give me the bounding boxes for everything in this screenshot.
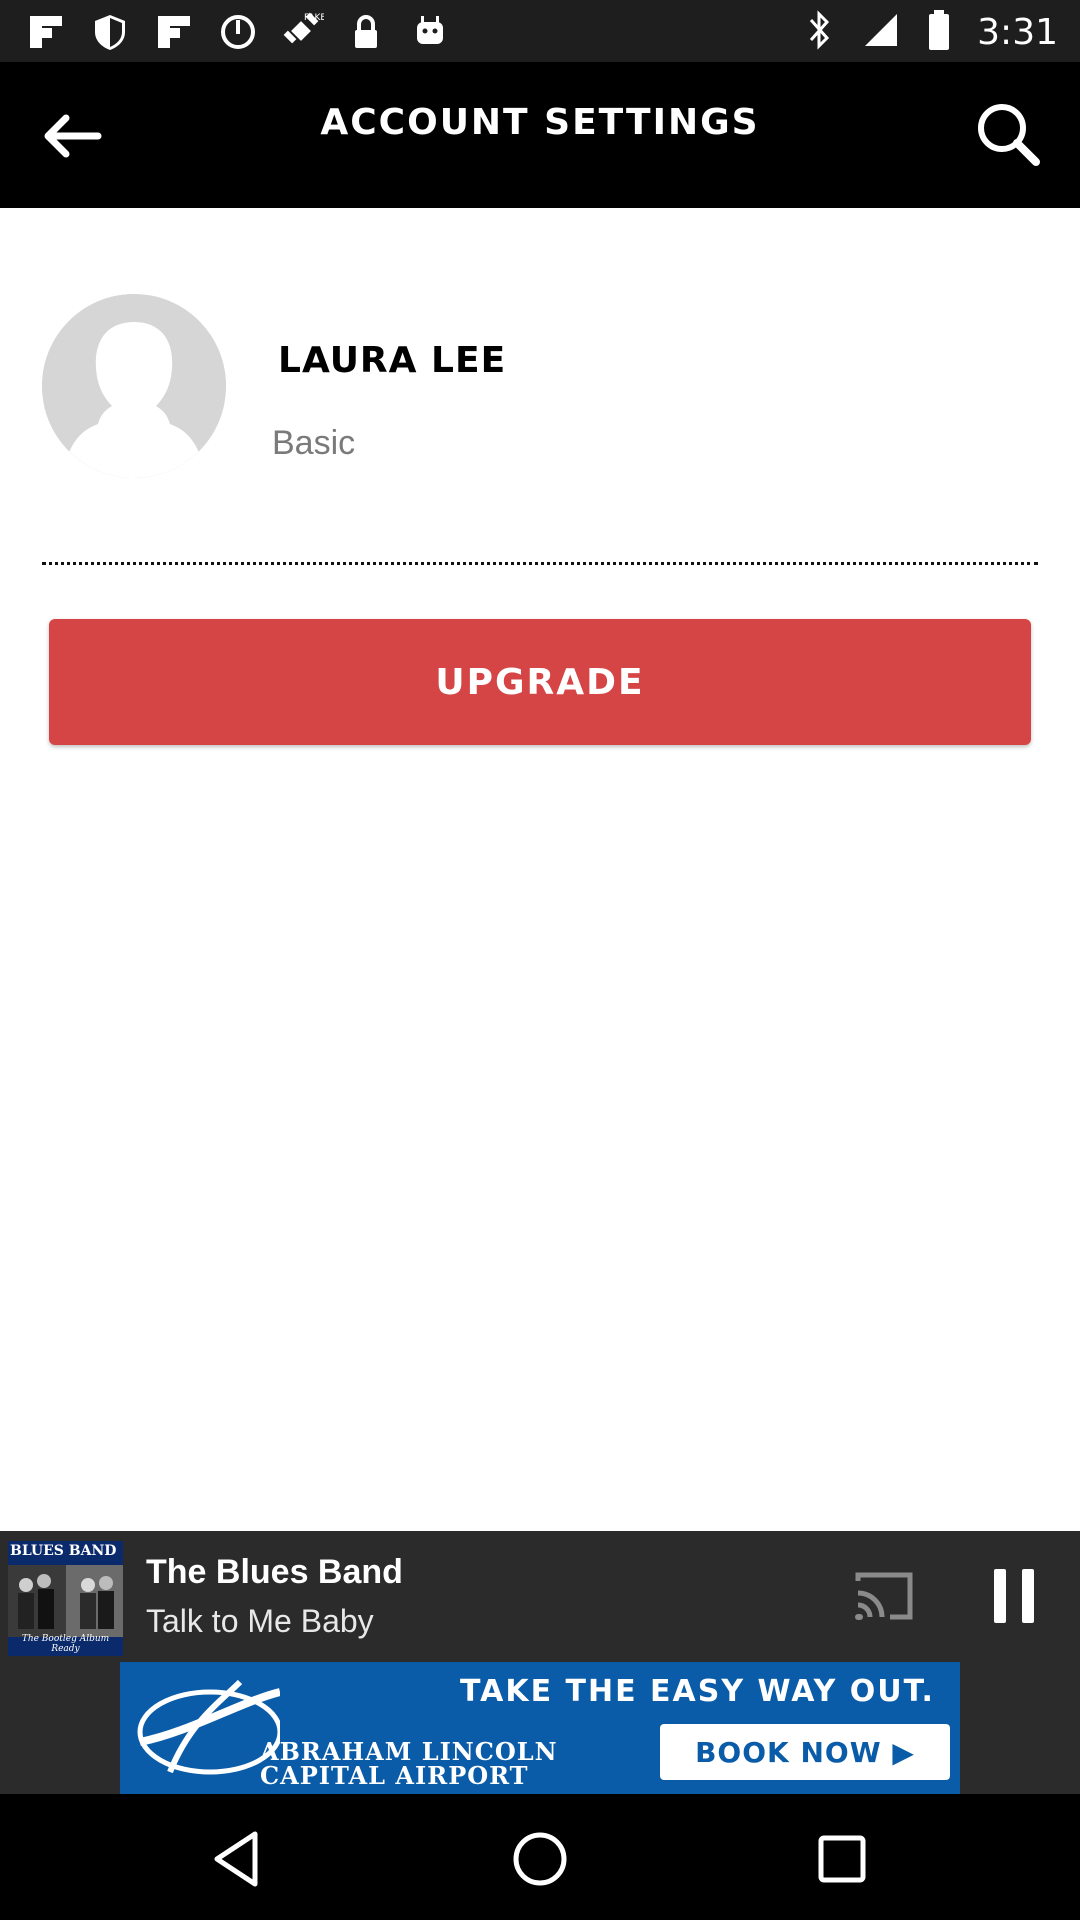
ad-organization: ABRAHAM LINCOLN CAPITAL AIRPORT: [260, 1737, 558, 1790]
battery-icon: [927, 8, 951, 56]
home-circle-icon: [513, 1832, 567, 1886]
status-left-icons: FAKE: [24, 10, 452, 54]
album-art-title: BLUES BAND: [10, 1543, 117, 1559]
upgrade-button[interactable]: UPGRADE: [49, 619, 1031, 745]
status-bar: FAKE 3:31: [0, 0, 1080, 62]
status-time: 3:31: [977, 11, 1058, 53]
nav-recents-button[interactable]: [807, 1824, 877, 1894]
svg-text:FAKE: FAKE: [304, 13, 324, 23]
lock-icon: [344, 10, 388, 54]
flipboard-icon: [152, 10, 196, 54]
mini-player[interactable]: BLUES BAND The Bootleg Album Ready The B…: [0, 1531, 1080, 1662]
back-triangle-icon: [214, 1831, 258, 1887]
android-icon: [408, 10, 452, 54]
page-title: ACCOUNT SETTINGS: [320, 102, 760, 143]
divider: [42, 562, 1038, 565]
book-now-button[interactable]: BOOK NOW ▶: [660, 1724, 950, 1780]
track-title: Talk to Me Baby: [146, 1603, 374, 1639]
upgrade-button-label: UPGRADE: [435, 661, 645, 703]
fake-gps-icon: FAKE: [280, 10, 324, 54]
cast-button[interactable]: [852, 1567, 916, 1625]
ad-banner[interactable]: TAKE THE EASY WAY OUT. ABRAHAM LINCOLN C…: [0, 1662, 1080, 1794]
album-art[interactable]: BLUES BAND The Bootleg Album Ready: [8, 1541, 123, 1656]
shield-icon: [88, 10, 132, 54]
bluetooth-icon: [805, 8, 835, 56]
search-button[interactable]: [972, 98, 1044, 170]
ad-headline: TAKE THE EASY WAY OUT.: [460, 1674, 935, 1709]
cast-icon: [855, 1572, 913, 1620]
system-nav-bar: [0, 1794, 1080, 1920]
ad-content[interactable]: TAKE THE EASY WAY OUT. ABRAHAM LINCOLN C…: [120, 1662, 960, 1794]
album-art-subtitle: The Bootleg Album Ready: [21, 1634, 110, 1654]
status-right-icons: 3:31: [805, 8, 1058, 56]
airport-logo-icon: [137, 1679, 280, 1775]
user-name: LAURA LEE: [278, 340, 507, 381]
app-header: ACCOUNT SETTINGS: [0, 62, 1080, 208]
nav-back-button[interactable]: [203, 1824, 273, 1894]
nav-home-button[interactable]: [505, 1824, 575, 1894]
search-icon: [978, 104, 1040, 166]
signal-icon: [861, 10, 901, 54]
user-silhouette-icon: [42, 294, 226, 478]
subscription-plan: Basic: [272, 424, 356, 462]
track-artist: The Blues Band: [146, 1553, 403, 1591]
pause-icon: [994, 1569, 1034, 1623]
recents-square-icon: [818, 1835, 866, 1883]
sync-icon: [216, 10, 260, 54]
pause-button[interactable]: [992, 1567, 1036, 1625]
flipboard-icon: [24, 10, 68, 54]
avatar[interactable]: [42, 294, 226, 478]
